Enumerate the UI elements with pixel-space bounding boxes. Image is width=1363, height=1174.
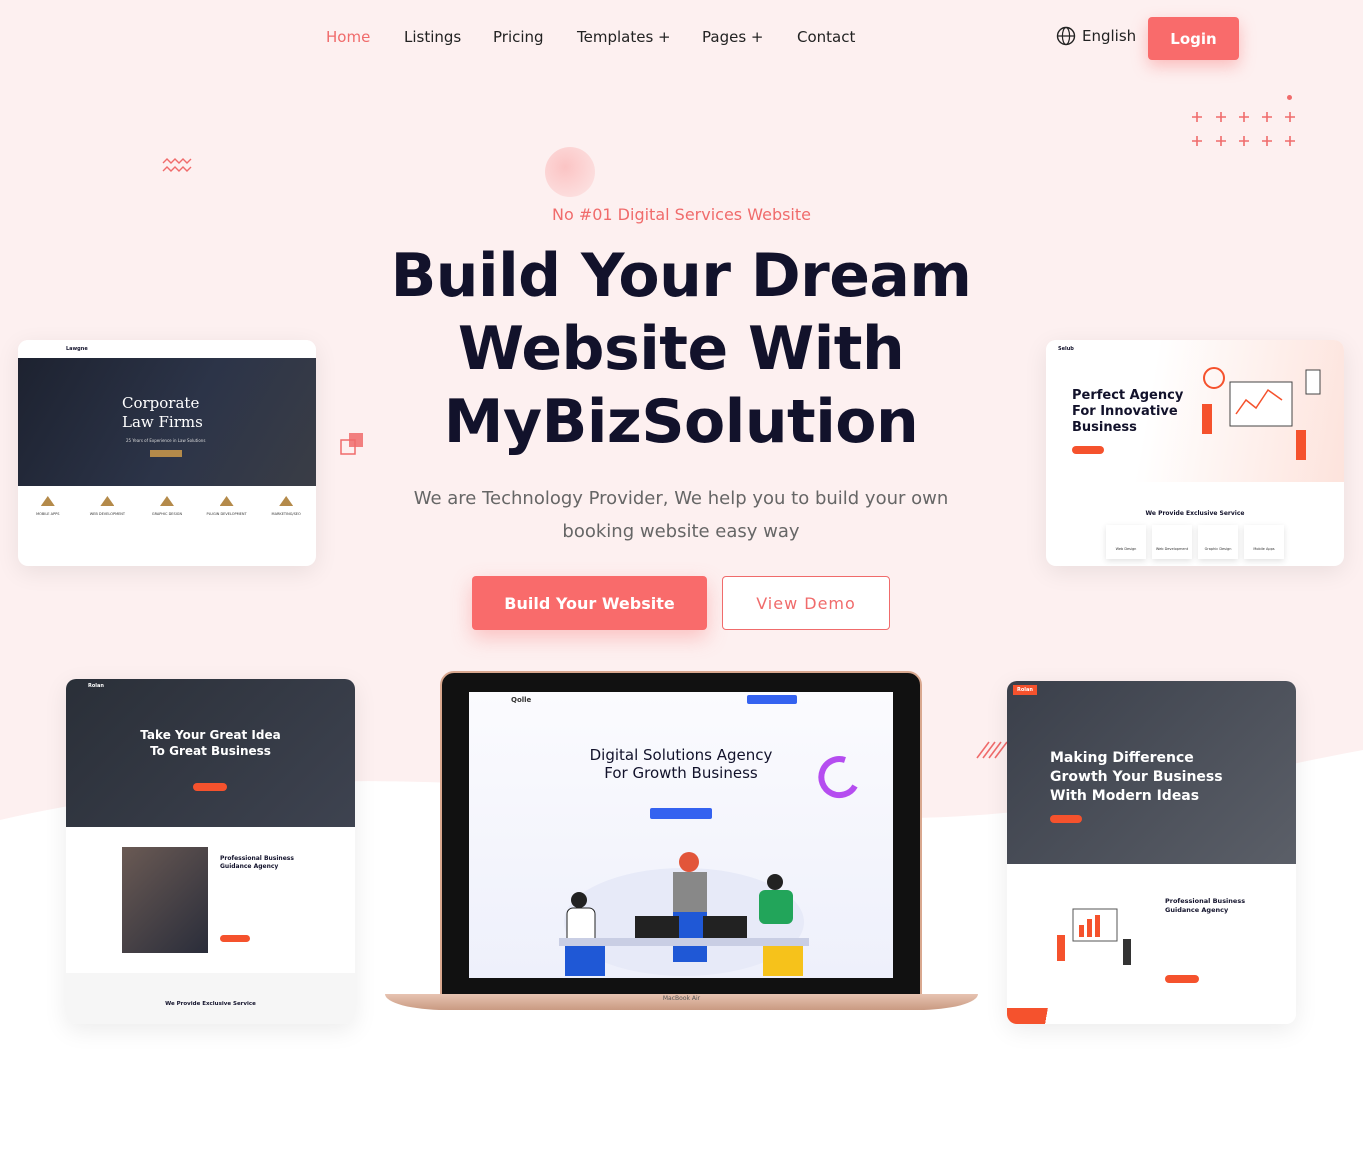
law-service: GRAPHIC DESIGN xyxy=(142,496,192,516)
globe-icon xyxy=(1056,26,1076,46)
preview-rolan[interactable]: Rolan Take Your Great Idea To Great Busi… xyxy=(66,679,355,1024)
law-services: MOBILE APPS WEB DEVELOPMENT GRAPHIC DESI… xyxy=(18,486,316,516)
qolle-cta xyxy=(650,808,712,819)
agency-title-3: Business xyxy=(1072,420,1137,435)
md-title-1: Making Difference xyxy=(1050,750,1194,766)
hero-headline: Build Your Dream Website With MyBizSolut… xyxy=(331,240,1031,459)
md-title: Making Difference Growth Your Business W… xyxy=(1050,749,1223,806)
qolle-quote-button xyxy=(747,695,797,704)
build-website-button[interactable]: Build Your Website xyxy=(472,576,707,630)
rolan-title: Take Your Great Idea To Great Business xyxy=(66,727,355,759)
law-service: PLUGIN DEVELOPMENT xyxy=(202,496,252,516)
rolan-footer-title: We Provide Exclusive Service xyxy=(66,973,355,1024)
qolle-illustration xyxy=(559,852,809,976)
md-mid-cta xyxy=(1165,975,1199,983)
rolan-photo xyxy=(122,847,208,953)
laptop-label: MacBook Air xyxy=(662,995,701,1002)
zigzag-decoration xyxy=(162,158,192,172)
rolan-hero: Rolan Take Your Great Idea To Great Busi… xyxy=(66,679,355,827)
law-service: MARKETING/SEO xyxy=(261,496,311,516)
agency-services: Web Design Web Development Graphic Desig… xyxy=(1046,525,1344,559)
rolan-mid-title: Professional Business Guidance Agency xyxy=(220,855,294,871)
subtitle-line-1: We are Technology Provider, We help you … xyxy=(413,488,949,509)
rolan-mid-cta xyxy=(220,935,250,942)
laptop-base: MacBook Air xyxy=(385,994,978,1010)
rolan-about: Professional Business Guidance Agency xyxy=(66,827,355,973)
rolan-mid-title-1: Professional Business xyxy=(220,855,294,862)
md-title-2: Growth Your Business xyxy=(1050,769,1223,785)
law-hero: Corporate Law Firms 25 Years of Experien… xyxy=(18,358,316,486)
rolan-mid-title-2: Guidance Agency xyxy=(220,863,279,870)
hero-subtitle: We are Technology Provider, We help you … xyxy=(381,482,981,548)
agency-service: Graphic Design xyxy=(1198,525,1238,559)
qolle-arc-decoration xyxy=(818,756,858,799)
headline-line-2: Website With xyxy=(457,314,905,384)
rolan-title-1: Take Your Great Idea xyxy=(140,728,281,742)
stripes-decoration xyxy=(976,741,1008,759)
rolan-logo: Rolan xyxy=(88,683,104,689)
law-service: WEB DEVELOPMENT xyxy=(82,496,132,516)
law-subtitle: 25 Years of Experience in Law Solutions xyxy=(126,438,206,443)
login-button[interactable]: Login xyxy=(1148,17,1239,60)
law-title: Corporate Law Firms xyxy=(122,394,203,432)
language-selector[interactable]: English xyxy=(1056,26,1136,46)
nav-listings[interactable]: Listings xyxy=(404,28,461,46)
preview-qolle[interactable]: Qolle Digital Solutions Agency For Growt… xyxy=(469,692,893,978)
md-logo: Rolan xyxy=(1013,685,1037,695)
agency-title-2: For Innovative xyxy=(1072,404,1178,419)
law-cta xyxy=(150,450,182,457)
agency-illustration xyxy=(1202,367,1321,460)
preview-law-firm[interactable]: Lawgne Corporate Law Firms 25 Years of E… xyxy=(18,340,316,566)
language-label: English xyxy=(1082,27,1137,45)
qolle-logo: Qolle xyxy=(511,696,532,704)
law-title-1: Corporate xyxy=(122,394,200,412)
agency-service: Mobile Apps xyxy=(1244,525,1284,559)
headline-line-1: Build Your Dream xyxy=(390,241,972,311)
md-mid-title-1: Professional Business xyxy=(1165,897,1246,905)
md-hero: Rolan Making Difference Growth Your Busi… xyxy=(1007,681,1296,864)
preview-agency[interactable]: Selub Perfect Agency For Innovative Busi… xyxy=(1046,340,1344,566)
dot-decoration xyxy=(1287,95,1292,100)
agency-section-title: We Provide Exclusive Service xyxy=(1145,510,1245,517)
nav-pricing[interactable]: Pricing xyxy=(493,28,544,46)
rolan-title-2: To Great Business xyxy=(150,744,271,758)
nav-contact[interactable]: Contact xyxy=(797,28,855,46)
agency-cta xyxy=(1072,446,1104,454)
nav-pages[interactable]: Pages + xyxy=(702,28,763,46)
top-navigation: Home Listings Pricing Templates + Pages … xyxy=(0,0,1363,80)
agency-hero: Selub Perfect Agency For Innovative Busi… xyxy=(1046,340,1344,482)
view-demo-button[interactable]: View Demo xyxy=(722,576,890,630)
law-logo: Lawgne xyxy=(66,346,88,352)
md-mid-title: Professional Business Guidance Agency xyxy=(1165,897,1245,915)
md-footer-stripe xyxy=(1007,1008,1296,1024)
agency-title: Perfect Agency For Innovative Business xyxy=(1072,388,1183,436)
subtitle-line-2: booking website easy way xyxy=(562,521,800,542)
md-cta xyxy=(1050,815,1082,823)
headline-line-3: MyBizSolution xyxy=(443,387,919,457)
plus-grid-decoration xyxy=(1192,112,1295,146)
agency-logo: Selub xyxy=(1058,346,1074,352)
hero-eyebrow: No #01 Digital Services Website xyxy=(551,205,811,224)
nav-home[interactable]: Home xyxy=(326,28,370,46)
preview-making-difference[interactable]: Rolan Making Difference Growth Your Busi… xyxy=(1007,681,1296,1024)
md-mid-title-2: Guidance Agency xyxy=(1165,906,1229,914)
law-service: MOBILE APPS xyxy=(23,496,73,516)
law-header: Lawgne xyxy=(18,340,316,358)
circle-decoration xyxy=(545,147,595,197)
law-title-2: Law Firms xyxy=(122,413,203,431)
agency-service: Web Development xyxy=(1152,525,1192,559)
agency-title-1: Perfect Agency xyxy=(1072,388,1184,403)
nav-templates[interactable]: Templates + xyxy=(577,28,671,46)
md-illustration xyxy=(1057,908,1131,965)
md-title-3: With Modern Ideas xyxy=(1050,788,1200,804)
agency-service: Web Design xyxy=(1106,525,1146,559)
rolan-cta xyxy=(193,783,227,791)
